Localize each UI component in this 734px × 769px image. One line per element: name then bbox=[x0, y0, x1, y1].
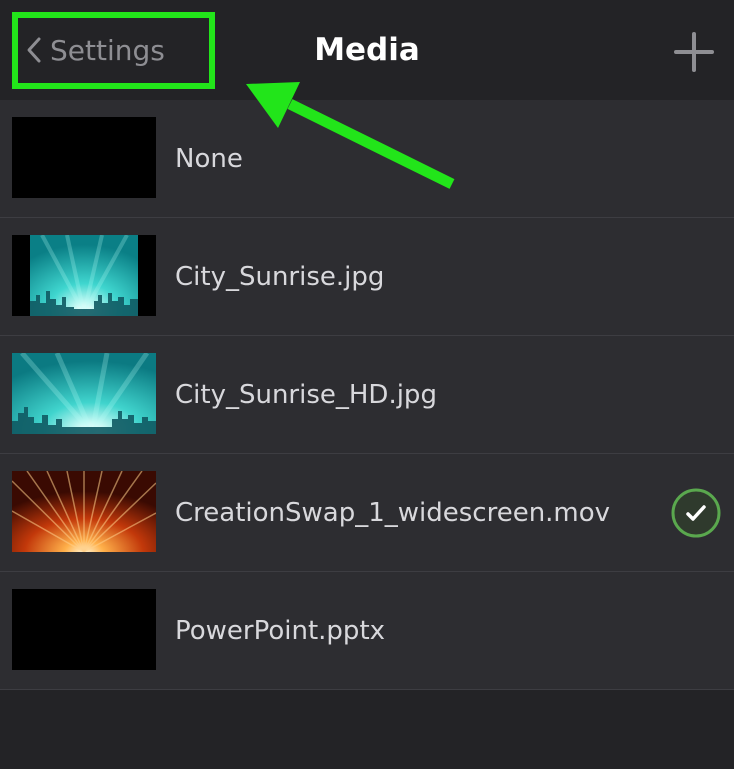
list-item-label: City_Sunrise.jpg bbox=[175, 262, 385, 292]
list-item-city-sunrise-hd[interactable]: City_Sunrise_HD.jpg bbox=[0, 336, 734, 454]
list-item-powerpoint[interactable]: PowerPoint.pptx bbox=[0, 572, 734, 690]
thumbnail-orange-rays bbox=[12, 471, 156, 552]
list-item-none[interactable]: None bbox=[0, 100, 734, 218]
list-item-label: None bbox=[175, 144, 243, 174]
thumbnail-black bbox=[12, 117, 156, 198]
list-item-city-sunrise[interactable]: City_Sunrise.jpg bbox=[0, 218, 734, 336]
list-item-label: City_Sunrise_HD.jpg bbox=[175, 380, 437, 410]
empty-area bbox=[0, 690, 734, 769]
navigation-bar: Settings Media bbox=[0, 0, 734, 100]
thumbnail-city-sunrise-hd bbox=[12, 353, 156, 434]
page-title: Media bbox=[314, 32, 420, 68]
list-item-label: CreationSwap_1_widescreen.mov bbox=[175, 498, 611, 528]
list-item-label: PowerPoint.pptx bbox=[175, 616, 386, 646]
add-button[interactable] bbox=[672, 30, 716, 74]
thumbnail-black bbox=[12, 589, 156, 670]
list-item-creationswap[interactable]: CreationSwap_1_widescreen.mov bbox=[0, 454, 734, 572]
selected-check-icon bbox=[670, 487, 722, 539]
media-list: None City_Sunrise.jpg City_Sunrise_HD.jp… bbox=[0, 100, 734, 690]
plus-icon bbox=[674, 32, 714, 72]
thumbnail-city-sunrise bbox=[12, 235, 156, 316]
